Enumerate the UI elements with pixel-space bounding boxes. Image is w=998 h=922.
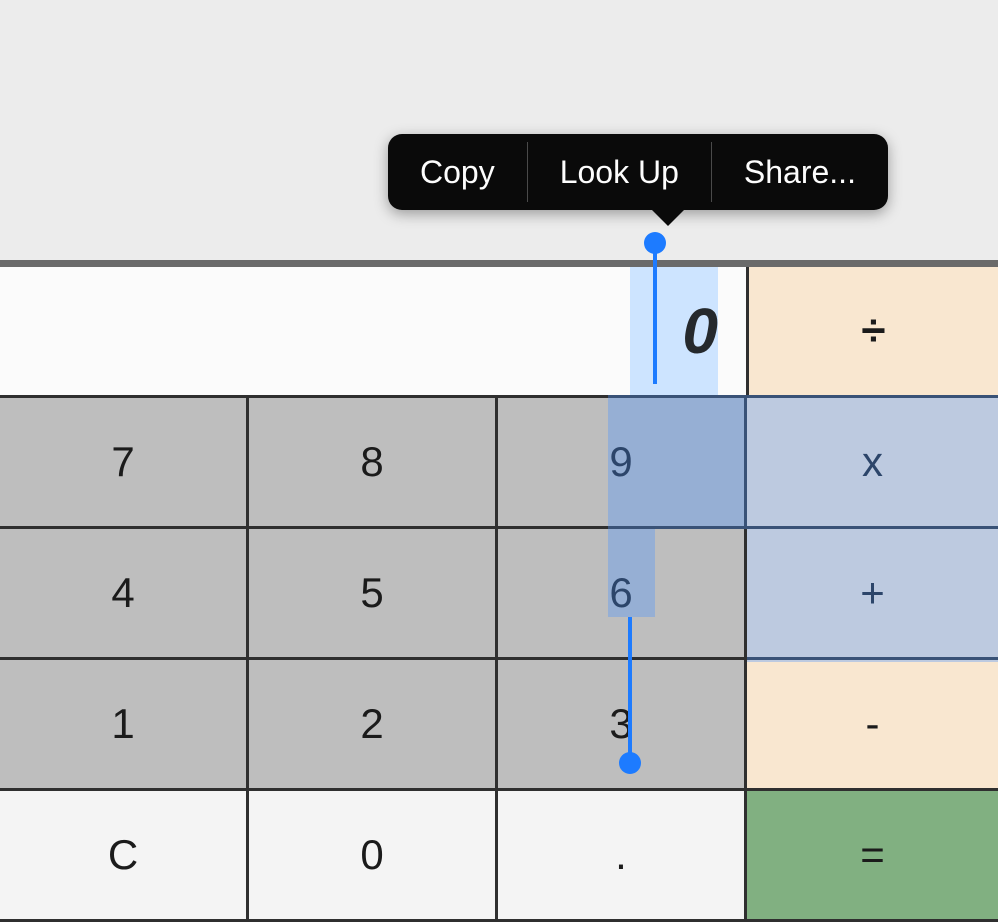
selection-handle-end[interactable]: [619, 752, 641, 774]
context-menu-lookup[interactable]: Look Up: [528, 134, 711, 210]
key-8[interactable]: 8: [249, 398, 498, 529]
selection-handle-bar: [628, 617, 632, 757]
decimal-button[interactable]: .: [498, 791, 747, 922]
calculator-display[interactable]: 0: [0, 267, 746, 395]
key-5[interactable]: 5: [249, 529, 498, 660]
selection-handle-bar: [653, 252, 657, 384]
display-row: 0 ÷: [0, 267, 998, 395]
plus-button[interactable]: +: [747, 529, 998, 660]
key-2[interactable]: 2: [249, 660, 498, 791]
context-menu-share[interactable]: Share...: [712, 134, 888, 210]
selection-handle-start[interactable]: [644, 232, 666, 254]
multiply-button[interactable]: x: [747, 398, 998, 529]
keypad: 7 8 9 x 4 5 6 + 1 2 3 - C 0 . =: [0, 395, 998, 922]
clear-button[interactable]: C: [0, 791, 249, 922]
equals-button[interactable]: =: [747, 791, 998, 922]
key-7[interactable]: 7: [0, 398, 249, 529]
top-divider: [0, 260, 998, 267]
context-menu-copy[interactable]: Copy: [388, 134, 527, 210]
key-0[interactable]: 0: [249, 791, 498, 922]
display-value: 0: [682, 294, 718, 368]
key-4[interactable]: 4: [0, 529, 249, 660]
divide-button[interactable]: ÷: [746, 267, 998, 395]
key-9[interactable]: 9: [498, 398, 747, 529]
context-menu-arrow-icon: [650, 208, 686, 226]
text-context-menu: Copy Look Up Share...: [388, 134, 888, 210]
minus-button[interactable]: -: [747, 660, 998, 791]
empty-top-area: [0, 0, 998, 260]
key-6[interactable]: 6: [498, 529, 747, 660]
key-1[interactable]: 1: [0, 660, 249, 791]
